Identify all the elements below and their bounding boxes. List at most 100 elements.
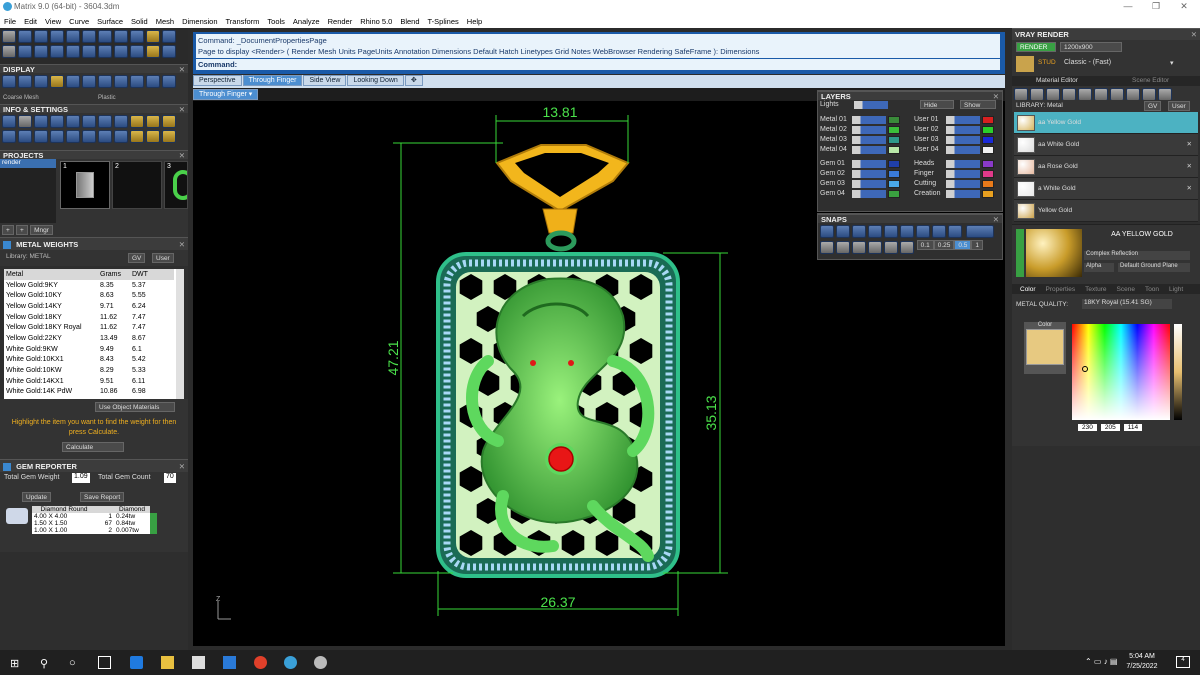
- project-thumb-2[interactable]: 2: [112, 161, 162, 209]
- grid-icon[interactable]: [884, 241, 898, 254]
- layer-visibility-toggle[interactable]: [852, 136, 886, 144]
- layer-color-swatch[interactable]: [888, 160, 900, 168]
- grid-icon[interactable]: [900, 241, 914, 254]
- layer-color-swatch[interactable]: [982, 180, 994, 188]
- table-row[interactable]: Yellow Gold:10KY 8.63 5.55: [4, 290, 174, 302]
- layer-visibility-toggle[interactable]: [852, 170, 886, 178]
- settings-icon[interactable]: [98, 115, 112, 128]
- table-row[interactable]: Yellow Gold:9KY 8.35 5.37: [4, 279, 174, 291]
- gem-select-icon[interactable]: [150, 527, 157, 534]
- layer-color-swatch[interactable]: [888, 146, 900, 154]
- reflection-dropdown[interactable]: Complex Reflection: [1084, 251, 1190, 260]
- tool-icon[interactable]: [82, 45, 96, 58]
- table-row[interactable]: White Gold:9KW 9.49 6.1: [4, 343, 174, 355]
- settings-icon[interactable]: [50, 130, 64, 143]
- table-row[interactable]: Yellow Gold:22KY 13.49 8.67: [4, 333, 174, 344]
- snap-value-button[interactable]: 0.5: [954, 240, 972, 250]
- display-mode-label[interactable]: Coarse Mesh: [3, 95, 39, 101]
- tab-toon[interactable]: Toon: [1145, 286, 1159, 293]
- tab-material-editor[interactable]: Material Editor: [1036, 77, 1078, 84]
- windows-start-icon[interactable]: ⊞: [10, 657, 19, 670]
- grid-icon[interactable]: [820, 241, 834, 254]
- menu-surface[interactable]: Surface: [97, 17, 123, 26]
- tab-looking-down[interactable]: Looking Down: [347, 75, 404, 86]
- widgets-icon[interactable]: [98, 656, 111, 669]
- layer-visibility-toggle[interactable]: [946, 190, 980, 198]
- material-item[interactable]: Yellow Gold: [1014, 200, 1198, 222]
- tab-texture[interactable]: Texture: [1085, 286, 1106, 293]
- tool-icon[interactable]: [34, 30, 48, 43]
- display-mode-icon[interactable]: [130, 75, 144, 88]
- settings-icon[interactable]: [66, 130, 80, 143]
- system-tray-icons[interactable]: ⌃ ▭ ♪ ▤: [1085, 657, 1118, 666]
- grid-icon[interactable]: [868, 241, 882, 254]
- notification-icon[interactable]: 4: [1176, 656, 1190, 668]
- layer-color-swatch[interactable]: [982, 146, 994, 154]
- tab-through-finger[interactable]: Through Finger: [242, 75, 303, 86]
- layer-visibility-toggle[interactable]: [946, 116, 980, 124]
- tool-icon[interactable]: [114, 30, 128, 43]
- use-object-materials-button[interactable]: Use Object Materials: [95, 402, 175, 412]
- layer-visibility-toggle[interactable]: [946, 170, 980, 178]
- tool-icon[interactable]: [2, 45, 16, 58]
- table-row[interactable]: Yellow Gold:18KY 11.62 7.47: [4, 311, 174, 323]
- gem-select-icon[interactable]: [150, 520, 157, 527]
- material-item[interactable]: aa Yellow Gold: [1014, 112, 1198, 134]
- snap-icon[interactable]: [852, 225, 866, 238]
- remove-material-icon[interactable]: ✕: [1187, 140, 1192, 148]
- menu-file[interactable]: File: [4, 17, 16, 26]
- tab-perspective[interactable]: Perspective: [193, 75, 242, 86]
- layer-color-swatch[interactable]: [888, 190, 900, 198]
- settings-icon[interactable]: [130, 115, 144, 128]
- command-input[interactable]: Command:: [196, 59, 1000, 70]
- tool-icon[interactable]: [130, 45, 144, 58]
- layer-color-swatch[interactable]: [888, 180, 900, 188]
- preset-dropdown[interactable]: Classic - (Fast): [1064, 59, 1111, 66]
- update-button[interactable]: Update: [22, 492, 51, 502]
- tool-icon[interactable]: [66, 45, 80, 58]
- settings-icon[interactable]: [162, 115, 176, 128]
- menu-blend[interactable]: Blend: [400, 17, 419, 26]
- layer-color-swatch[interactable]: [888, 126, 900, 134]
- tool-icon[interactable]: [114, 45, 128, 58]
- display-mode-icon[interactable]: [18, 75, 32, 88]
- table-row[interactable]: White Gold:10KW 8.29 5.33: [4, 365, 174, 376]
- display-mode-icon[interactable]: [114, 75, 128, 88]
- chrome-icon[interactable]: [254, 656, 267, 669]
- color-picker-spectrum[interactable]: [1072, 324, 1170, 420]
- settings-icon[interactable]: [82, 115, 96, 128]
- tool-icon[interactable]: [146, 30, 160, 43]
- material-item[interactable]: aa White Gold ✕: [1014, 134, 1198, 156]
- library-gv-button[interactable]: GV: [128, 253, 146, 263]
- color-picker-handle[interactable]: [1082, 366, 1088, 372]
- metal-table-scrollbar[interactable]: [176, 269, 184, 399]
- tool-icon[interactable]: [50, 45, 64, 58]
- tool-icon[interactable]: [18, 45, 32, 58]
- calculate-button[interactable]: Calculate: [62, 442, 124, 452]
- material-item[interactable]: aa Rose Gold ✕: [1014, 156, 1198, 178]
- grid-icon[interactable]: [852, 241, 866, 254]
- tool-icon[interactable]: [2, 30, 16, 43]
- layer-color-swatch[interactable]: [982, 160, 994, 168]
- lights-toggle[interactable]: [854, 101, 888, 109]
- tool-icon[interactable]: [146, 45, 160, 58]
- snap-value-button[interactable]: 1: [971, 240, 984, 250]
- tool-icon[interactable]: [82, 30, 96, 43]
- settings-icon[interactable]: [18, 130, 32, 143]
- color-swatch[interactable]: [1026, 329, 1064, 365]
- close-icon[interactable]: ✕: [993, 215, 999, 224]
- display-mode-icon[interactable]: [82, 75, 96, 88]
- menu-tools[interactable]: Tools: [267, 17, 285, 26]
- settings-icon[interactable]: [2, 130, 16, 143]
- settings-icon[interactable]: [146, 115, 160, 128]
- layer-color-swatch[interactable]: [888, 116, 900, 124]
- menu-edit[interactable]: Edit: [24, 17, 37, 26]
- table-row[interactable]: Yellow Gold:14KY 9.71 6.24: [4, 301, 174, 312]
- menu-dimension[interactable]: Dimension: [182, 17, 217, 26]
- collapse-icon[interactable]: [1016, 229, 1024, 277]
- snap-icon[interactable]: [916, 225, 930, 238]
- add-project-button[interactable]: +: [2, 225, 14, 235]
- search-icon[interactable]: ⚲: [40, 657, 48, 670]
- rgb-blue[interactable]: 114: [1123, 424, 1143, 431]
- display-mode-icon[interactable]: [146, 75, 160, 88]
